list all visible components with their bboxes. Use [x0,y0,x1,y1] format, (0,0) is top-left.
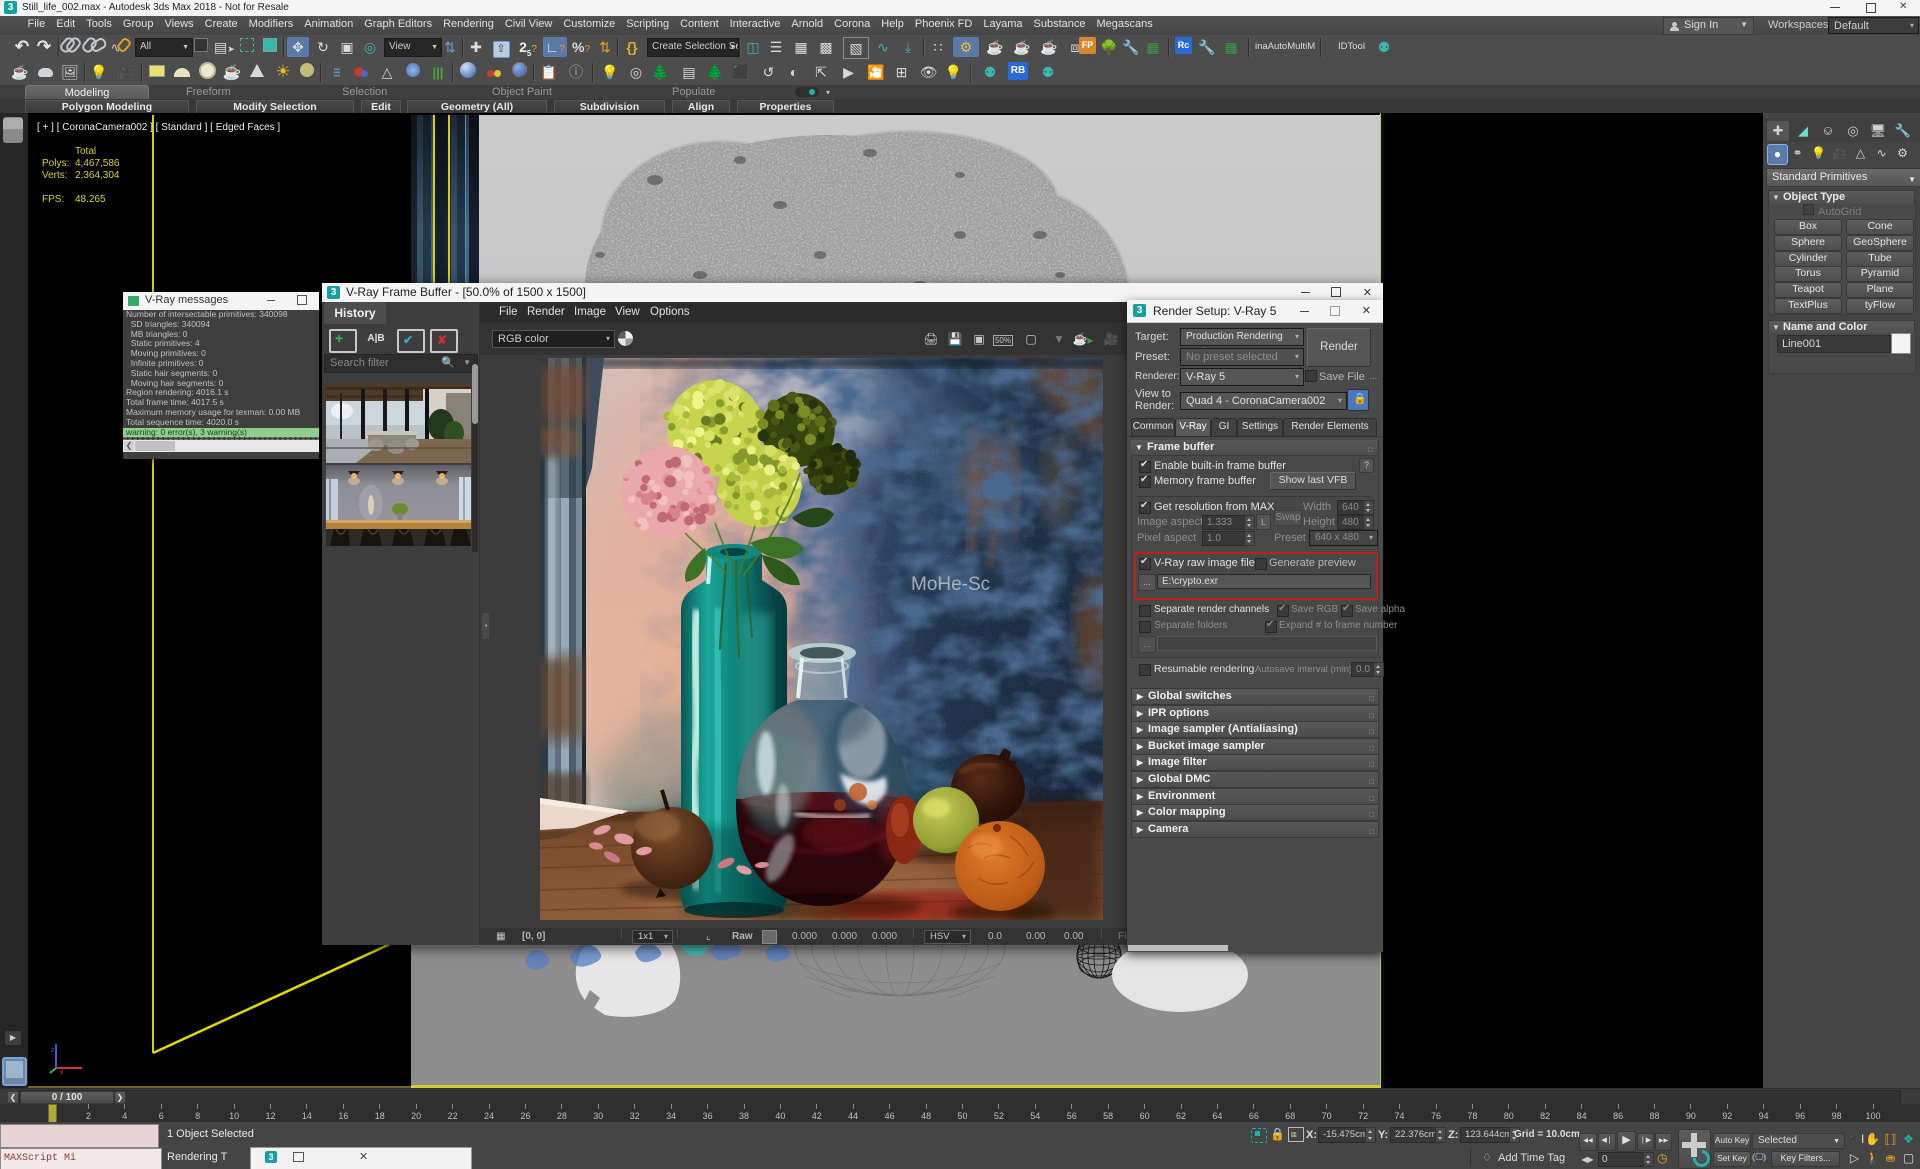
svg-text:z: z [51,1047,55,1054]
svg-text:x: x [60,1069,64,1076]
svg-text:MoHe-Sc: MoHe-Sc [911,574,990,595]
